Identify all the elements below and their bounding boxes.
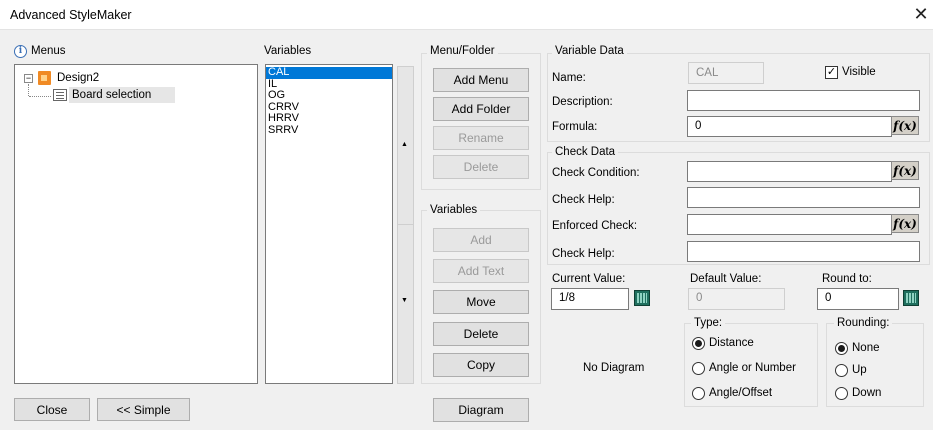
name-field: CAL xyxy=(688,62,764,84)
add-folder-button[interactable]: Add Folder xyxy=(433,97,529,121)
round-to-calculator-icon[interactable] xyxy=(903,290,919,306)
round-to-field[interactable]: 0 xyxy=(817,288,899,310)
type-angle-offset-label[interactable]: Angle/Offset xyxy=(709,387,772,399)
tree-item-design2[interactable]: Design2 xyxy=(57,72,99,84)
tree-item-board-selection[interactable]: Board selection xyxy=(72,89,151,101)
default-value-label: Default Value: xyxy=(690,273,762,285)
variables-label: Variables xyxy=(264,45,312,57)
check-condition-field[interactable] xyxy=(687,161,892,182)
type-angle-offset-radio[interactable] xyxy=(692,387,705,400)
add-variable-button[interactable]: Add xyxy=(433,228,529,252)
tree-connector xyxy=(28,84,29,96)
window-title: Advanced StyleMaker xyxy=(10,8,132,22)
copy-button[interactable]: Copy xyxy=(433,353,529,377)
rounding-up-radio[interactable] xyxy=(835,364,848,377)
current-value-calculator-icon[interactable] xyxy=(634,290,650,306)
variable-item-hrrv[interactable]: HRRV xyxy=(266,112,392,125)
check-condition-label: Check Condition: xyxy=(552,167,640,179)
description-label: Description: xyxy=(552,96,613,108)
move-up-icon: ▲ xyxy=(401,141,408,148)
rounding-up-label[interactable]: Up xyxy=(852,364,867,376)
move-button[interactable]: Move xyxy=(433,290,529,314)
variable-item-cal[interactable]: CAL xyxy=(266,66,392,79)
rounding-label: Rounding: xyxy=(834,317,893,329)
type-distance-radio[interactable] xyxy=(692,337,705,350)
type-distance-label[interactable]: Distance xyxy=(709,337,754,349)
add-text-button[interactable]: Add Text xyxy=(433,259,529,283)
visible-checkbox[interactable]: ✓ xyxy=(825,66,838,79)
rename-button[interactable]: Rename xyxy=(433,126,529,150)
enforced-check-label: Enforced Check: xyxy=(552,220,638,232)
current-value-field[interactable]: 1/8 xyxy=(551,288,629,310)
name-label: Name: xyxy=(552,72,586,84)
design-icon xyxy=(38,71,51,85)
close-icon[interactable]: ✕ xyxy=(912,4,930,24)
move-down-icon: ▼ xyxy=(401,297,408,304)
tree-connector-h xyxy=(29,96,51,97)
enforced-check-field[interactable] xyxy=(687,214,892,235)
formula-label: Formula: xyxy=(552,121,598,133)
diagram-button[interactable]: Diagram xyxy=(433,398,529,422)
variable-data-label: Variable Data xyxy=(552,45,627,57)
type-angle-or-number-label[interactable]: Angle or Number xyxy=(709,362,796,374)
info-icon: i xyxy=(14,45,27,58)
enforced-check-fx-button[interactable]: f(x) xyxy=(891,214,919,233)
simple-button[interactable]: << Simple xyxy=(97,398,190,421)
delete-menu-button[interactable]: Delete xyxy=(433,155,529,179)
rounding-none-radio[interactable] xyxy=(835,342,848,355)
type-label: Type: xyxy=(691,317,726,329)
type-angle-or-number-radio[interactable] xyxy=(692,362,705,375)
current-value-label: Current Value: xyxy=(552,273,626,285)
description-field[interactable] xyxy=(687,90,920,111)
variables-list[interactable]: CAL IL OG CRRV HRRV SRRV xyxy=(265,64,393,384)
add-menu-button[interactable]: Add Menu xyxy=(433,68,529,92)
board-selection-icon xyxy=(53,89,67,101)
check-help2-label: Check Help: xyxy=(552,248,615,260)
delete-variable-button[interactable]: Delete xyxy=(433,322,529,346)
variable-item-srrv[interactable]: SRRV xyxy=(266,124,392,137)
rounding-none-label[interactable]: None xyxy=(852,342,880,354)
close-button[interactable]: Close xyxy=(14,398,90,421)
rounding-down-label[interactable]: Down xyxy=(852,387,881,399)
check-data-label: Check Data xyxy=(552,146,619,158)
check-help2-field[interactable] xyxy=(687,241,920,262)
variables-group-label: Variables xyxy=(427,204,481,216)
menus-tree[interactable] xyxy=(14,64,258,384)
menus-label: Menus xyxy=(31,45,66,57)
variable-item-og[interactable]: OG xyxy=(266,89,392,102)
round-to-label: Round to: xyxy=(822,273,872,285)
no-diagram-placeholder: No Diagram xyxy=(583,362,645,374)
check-help-field[interactable] xyxy=(687,187,920,208)
menu-folder-label: Menu/Folder xyxy=(427,45,498,57)
default-value-field: 0 xyxy=(688,288,785,310)
title-bar xyxy=(0,0,933,30)
tree-expander-icon[interactable]: − xyxy=(24,74,33,83)
visible-label: Visible xyxy=(842,66,876,78)
rounding-down-radio[interactable] xyxy=(835,387,848,400)
check-condition-fx-button[interactable]: f(x) xyxy=(891,161,919,180)
formula-field[interactable]: 0 xyxy=(687,116,892,137)
check-help-label: Check Help: xyxy=(552,194,615,206)
formula-fx-button[interactable]: f(x) xyxy=(891,116,919,135)
